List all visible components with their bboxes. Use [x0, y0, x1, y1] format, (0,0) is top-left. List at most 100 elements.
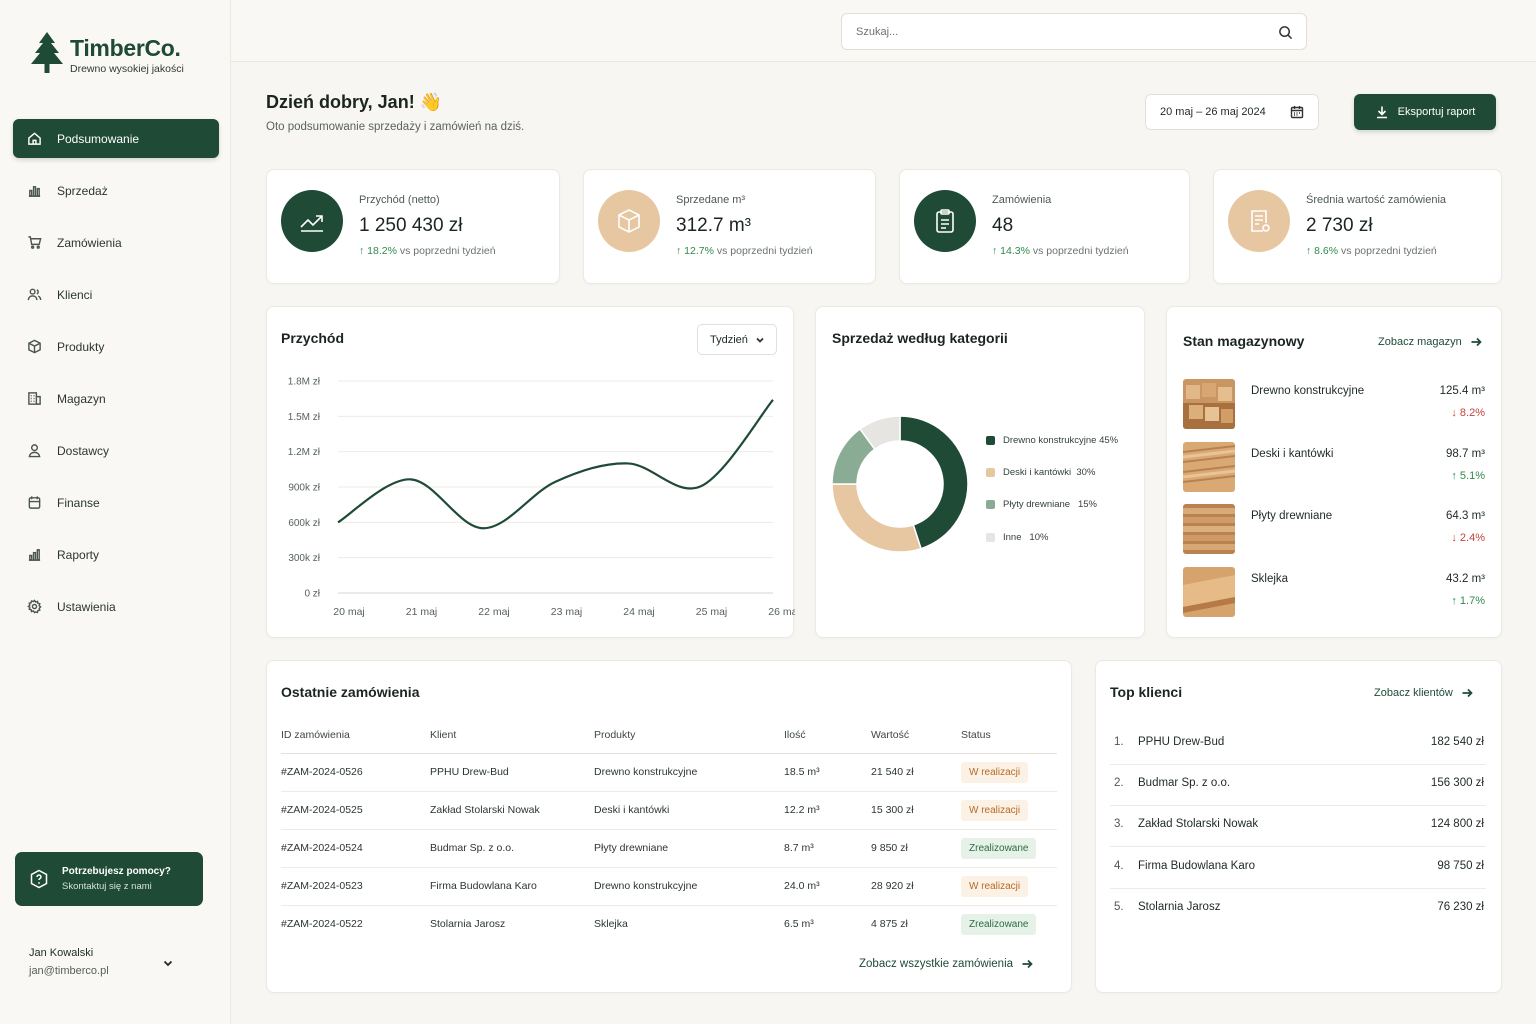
data-point[interactable] [480, 525, 486, 531]
kpi-card-revenue: Przychód (netto) 1 250 430 zł ↑ 18.2% vs… [266, 169, 560, 284]
data-point[interactable] [698, 483, 704, 489]
kpi-change-value: ↑ 8.6% [1306, 245, 1339, 257]
client-rank: 2. [1114, 777, 1124, 789]
donut-slice[interactable] [831, 483, 922, 553]
logo[interactable]: TimberCo. Drewno wysokiej jakości [30, 30, 184, 75]
data-point[interactable] [770, 397, 776, 403]
order-id[interactable]: #ZAM-2024-0523 [281, 867, 430, 906]
table-row[interactable]: #ZAM-2024-0525 Zakład Stolarski Nowak De… [281, 791, 1057, 830]
data-point[interactable] [335, 519, 341, 525]
order-id[interactable]: #ZAM-2024-0526 [281, 753, 430, 792]
list-item[interactable]: 1. PPHU Drew-Bud 182 540 zł [1110, 724, 1486, 765]
view-all-orders-link[interactable]: Zobacz wszystkie zamówienia [859, 958, 1033, 970]
list-item[interactable]: 5. Stolarnia Jarosz 76 230 zł [1110, 889, 1486, 930]
list-item[interactable]: 2. Budmar Sp. z o.o. 156 300 zł [1110, 765, 1486, 806]
download-icon [1376, 106, 1387, 119]
order-value: 4 875 zł [871, 918, 908, 931]
sidebar-item-label: Podsumowanie [57, 131, 140, 146]
report-icon [28, 549, 41, 561]
category-donut-chart [831, 415, 969, 553]
sidebar-item-label: Raporty [57, 547, 100, 562]
sidebar-item-ustawienia[interactable]: Ustawienia [13, 587, 219, 626]
sidebar-nav: Podsumowanie Sprzedaż Zamówienia Klienci… [13, 119, 219, 639]
order-product: Płyty drewniane [594, 829, 784, 868]
column-header[interactable]: ID zamówienia [281, 717, 430, 754]
table-row[interactable]: #ZAM-2024-0523 Firma Budowlana Karo Drew… [281, 867, 1057, 906]
view-clients-link[interactable]: Zobacz klientów [1374, 687, 1473, 699]
data-point[interactable] [625, 460, 631, 466]
search-icon[interactable] [1278, 25, 1293, 40]
y-tick-label: 1.2M zł [288, 447, 321, 458]
stock-change: ↓ 8.2% [1451, 407, 1485, 419]
stock-item[interactable]: Drewno konstrukcyjne 125.4 m³ ↓ 8.2% [1183, 379, 1487, 429]
chevron-down-icon[interactable] [162, 957, 174, 969]
view-stock-link[interactable]: Zobacz magazyn [1378, 336, 1482, 348]
sidebar-item-label: Zamówienia [57, 235, 122, 250]
column-header[interactable]: Status [961, 717, 1057, 754]
client-name: PPHU Drew-Bud [1138, 736, 1225, 748]
legend-swatch [986, 500, 995, 509]
stock-card: Stan magazynowy Zobacz magazyn Drewno ko… [1166, 306, 1502, 638]
y-tick-label: 1.5M zł [288, 412, 321, 423]
data-point[interactable] [408, 476, 414, 482]
table-row[interactable]: #ZAM-2024-0522 Stolarnia Jarosz Sklejka … [281, 905, 1057, 943]
sidebar-item-podsumowanie[interactable]: Podsumowanie [13, 119, 219, 158]
help-subtitle: Skontaktuj się z nami [62, 881, 152, 892]
date-range-picker[interactable]: 20 maj – 26 maj 2024 [1145, 94, 1319, 130]
order-id[interactable]: #ZAM-2024-0525 [281, 791, 430, 830]
sidebar-item-raporty[interactable]: Raporty [13, 535, 219, 574]
table-row[interactable]: #ZAM-2024-0526 PPHU Drew-Bud Drewno kons… [281, 753, 1057, 792]
table-row[interactable]: #ZAM-2024-0524 Budmar Sp. z o.o. Płyty d… [281, 829, 1057, 868]
sidebar-item-klienci[interactable]: Klienci [13, 275, 219, 314]
column-header[interactable]: Ilość [784, 717, 871, 754]
column-header[interactable]: Wartość [871, 717, 961, 754]
stock-item[interactable]: Sklejka 43.2 m³ ↑ 1.7% [1183, 567, 1487, 617]
y-tick-label: 1.8M zł [288, 377, 321, 388]
export-label: Eksportuj raport [1397, 106, 1476, 118]
brand-name: TimberCo. [70, 35, 181, 61]
sidebar-item-label: Finanse [57, 495, 100, 510]
sidebar-item-zamowienia[interactable]: Zamówienia [13, 223, 219, 262]
kpi-value: 48 [992, 215, 1014, 236]
order-value: 15 300 zł [871, 791, 961, 830]
client-name: Firma Budowlana Karo [1138, 860, 1255, 872]
sidebar-item-magazyn[interactable]: Magazyn [13, 379, 219, 418]
x-tick-label: 23 maj [551, 606, 583, 618]
user-profile[interactable]: Jan Kowalski jan@timberco.pl [29, 947, 174, 977]
column-header[interactable]: Produkty [594, 717, 784, 754]
order-id[interactable]: #ZAM-2024-0524 [281, 829, 430, 868]
table-header-row: ID zamówienia Klient Produkty Ilość Wart… [281, 717, 1057, 754]
kpi-label: Średnia wartość zamówienia [1306, 194, 1447, 206]
data-point[interactable] [553, 479, 559, 485]
search-input[interactable] [842, 14, 1306, 49]
legend-item: Inne 10% [986, 532, 1048, 543]
category-title: Sprzedaż według kategorii [832, 330, 1008, 346]
legend-swatch [986, 533, 995, 542]
category-card: Sprzedaż według kategorii Drewno konstru… [815, 306, 1145, 638]
help-card[interactable]: Potrzebujesz pomocy? Skontaktuj się z na… [15, 852, 203, 906]
sidebar-item-sprzedaz[interactable]: Sprzedaż [13, 171, 219, 210]
stock-item[interactable]: Deski i kantówki 98.7 m³ ↑ 5.1% [1183, 442, 1487, 492]
stock-qty: 64.3 m³ [1446, 510, 1485, 522]
order-client: Stolarnia Jarosz [430, 918, 506, 931]
list-item[interactable]: 3. Zakład Stolarski Nowak 124 800 zł [1110, 806, 1486, 847]
brand-tagline: Drewno wysokiej jakości [70, 63, 184, 75]
orders-title: Ostatnie zamówienia [281, 684, 420, 700]
order-id[interactable]: #ZAM-2024-0522 [281, 905, 430, 943]
column-header[interactable]: Klient [430, 717, 594, 754]
sidebar-item-produkty[interactable]: Produkty [13, 327, 219, 366]
date-range-label: 20 maj – 26 maj 2024 [1160, 106, 1266, 118]
sidebar-item-dostawcy[interactable]: Dostawcy [13, 431, 219, 470]
home-icon [28, 132, 41, 145]
client-value: 98 750 zł [1437, 860, 1484, 872]
box-icon [28, 339, 41, 354]
legend-swatch [986, 436, 995, 445]
bar-chart-icon [28, 186, 41, 197]
user-name: Jan Kowalski [29, 947, 94, 959]
sidebar-item-finanse[interactable]: Finanse [13, 483, 219, 522]
stock-item[interactable]: Płyty drewniane 64.3 m³ ↓ 2.4% [1183, 504, 1487, 554]
order-client: Budmar Sp. z o.o. [430, 829, 594, 868]
kpi-change-suffix: vs poprzedni tydzień [1029, 245, 1129, 257]
list-item[interactable]: 4. Firma Budowlana Karo 98 750 zł [1110, 848, 1486, 889]
export-report-button[interactable]: Eksportuj raport [1354, 94, 1496, 130]
